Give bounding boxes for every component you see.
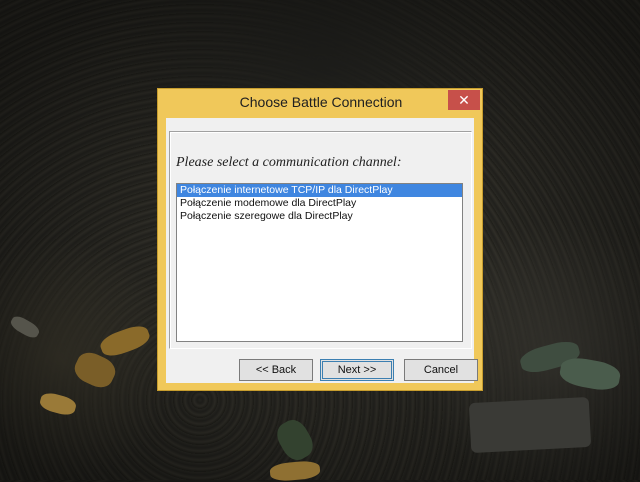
connection-dialog: Choose Battle Connection ✕ Please select… — [157, 88, 483, 391]
list-item[interactable]: Połączenie modemowe dla DirectPlay — [177, 197, 462, 210]
dialog-client-area: Please select a communication channel: P… — [166, 118, 478, 383]
channel-listbox[interactable]: Połączenie internetowe TCP/IP dla Direct… — [176, 183, 463, 342]
list-item[interactable]: Połączenie internetowe TCP/IP dla Direct… — [177, 184, 462, 197]
debris-shape — [558, 355, 622, 393]
close-button[interactable]: ✕ — [448, 90, 480, 110]
title-bar[interactable]: Choose Battle Connection ✕ — [158, 89, 482, 116]
debris-shape — [272, 415, 318, 465]
debris-shape — [468, 396, 592, 454]
debris-shape — [8, 313, 42, 341]
cancel-button[interactable]: Cancel — [404, 359, 478, 381]
debris-shape — [269, 459, 321, 482]
list-item[interactable]: Połączenie szeregowe dla DirectPlay — [177, 210, 462, 223]
prompt-label: Please select a communication channel: — [176, 155, 402, 170]
back-button[interactable]: << Back — [239, 359, 313, 381]
debris-shape — [97, 322, 153, 360]
dialog-title: Choose Battle Connection — [239, 94, 403, 110]
debris-shape — [38, 390, 78, 418]
next-button[interactable]: Next >> — [320, 359, 394, 381]
close-icon: ✕ — [458, 92, 470, 108]
